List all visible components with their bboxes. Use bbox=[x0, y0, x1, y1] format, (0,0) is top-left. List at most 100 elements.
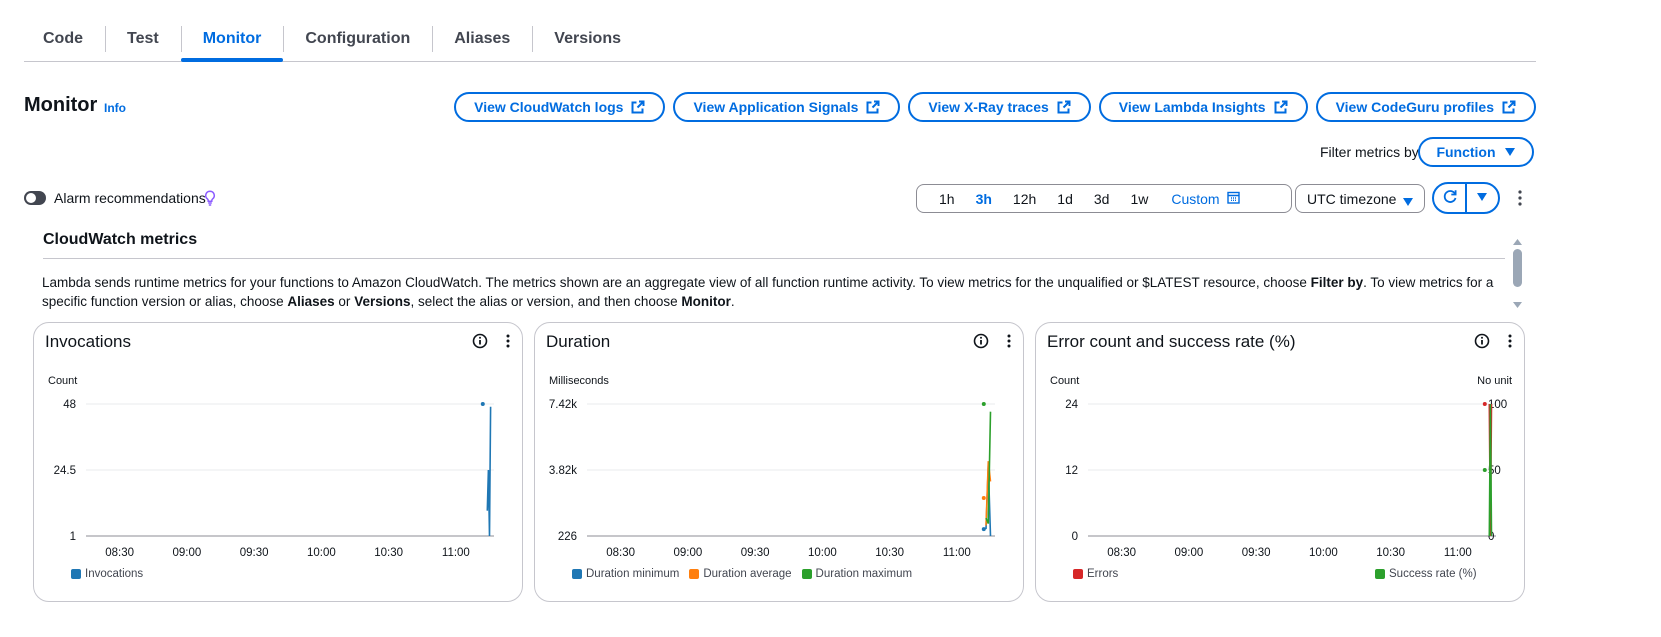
tab-code[interactable]: Code bbox=[24, 18, 105, 60]
legend-item[interactable]: Duration minimum bbox=[572, 568, 679, 580]
external-link-icon bbox=[866, 100, 880, 114]
y-axis-unit: Count bbox=[48, 375, 77, 387]
external-link-icon bbox=[1502, 100, 1516, 114]
range-custom[interactable]: Custom bbox=[1171, 190, 1240, 207]
card-title: Invocations bbox=[45, 332, 131, 351]
y-axis-unit: Count bbox=[1050, 375, 1079, 387]
y-tick-label: 1 bbox=[70, 531, 76, 543]
divider bbox=[43, 258, 1505, 259]
chart-legend: Duration minimum Duration average Durati… bbox=[572, 568, 912, 580]
legend-swatch bbox=[689, 569, 700, 579]
more-options-icon[interactable] bbox=[1516, 188, 1524, 213]
time-range-selector: 1h 3h 12h 1d 3d 1w Custom bbox=[916, 184, 1292, 213]
x-tick-label: 10:30 bbox=[875, 547, 904, 559]
button-label: View X-Ray traces bbox=[928, 99, 1049, 115]
button-label: View Lambda Insights bbox=[1118, 99, 1266, 115]
alarm-recommendations-toggle[interactable] bbox=[24, 191, 46, 205]
legend-swatch bbox=[71, 569, 81, 579]
caret-down-icon bbox=[1476, 189, 1488, 207]
lightbulb-icon[interactable] bbox=[204, 190, 216, 211]
range-12h[interactable]: 12h bbox=[1013, 191, 1036, 207]
invocations-chart: Count 48 24.5 1 08:30 09:00 09:30 10:00 10:30 11:… bbox=[48, 375, 494, 559]
chart-legend: Invocations bbox=[71, 568, 143, 580]
data-point bbox=[480, 402, 485, 406]
x-tick-label: 10:30 bbox=[374, 547, 403, 559]
section-description: Lambda sends runtime metrics for your fu… bbox=[42, 275, 1494, 309]
invocations-card: Count 48 24.5 1 08:30 09:00 09:30 10:00 10:30 11:… bbox=[33, 322, 523, 602]
x-tick-label: 11:00 bbox=[943, 547, 971, 559]
error-count-card: Count No unit 24 12 0 100 50 0 08:30 09:00 09:30 10… bbox=[1035, 322, 1525, 602]
external-link-icon bbox=[1274, 100, 1288, 114]
data-point bbox=[1482, 402, 1487, 406]
external-link-icon bbox=[631, 100, 645, 114]
caret-down-icon bbox=[1504, 144, 1516, 160]
y2-axis-unit: No unit bbox=[1477, 375, 1512, 387]
view-lambda-insights-button[interactable]: View Lambda Insights bbox=[1098, 92, 1308, 122]
x-tick-label: 11:00 bbox=[1444, 547, 1472, 559]
more-options-icon[interactable] bbox=[1507, 333, 1513, 354]
refresh-options-dropdown[interactable] bbox=[1467, 184, 1498, 212]
scroll-down-arrow-icon[interactable] bbox=[1512, 296, 1523, 314]
filter-metrics-dropdown[interactable]: Function bbox=[1418, 137, 1534, 167]
more-options-icon[interactable] bbox=[1006, 333, 1012, 354]
y-tick-label: 0 bbox=[1072, 531, 1078, 543]
range-3d[interactable]: 3d bbox=[1094, 191, 1110, 207]
x-tick-label: 09:30 bbox=[240, 547, 269, 559]
tab-versions[interactable]: Versions bbox=[532, 18, 643, 60]
legend-item[interactable]: Duration average bbox=[689, 568, 792, 580]
y-tick-label: 48 bbox=[63, 399, 76, 411]
scrollbar-thumb[interactable] bbox=[1513, 249, 1522, 287]
timezone-value: UTC timezone bbox=[1307, 190, 1397, 207]
more-options-icon[interactable] bbox=[505, 333, 511, 354]
series-line bbox=[486, 406, 492, 537]
y-tick-label: 7.42k bbox=[549, 399, 577, 411]
external-link-icon bbox=[1057, 100, 1071, 114]
tab-test[interactable]: Test bbox=[105, 18, 181, 60]
refresh-icon bbox=[1442, 188, 1458, 209]
data-point bbox=[1482, 468, 1487, 472]
info-circle-icon[interactable] bbox=[1474, 333, 1490, 354]
legend-item[interactable]: Duration maximum bbox=[801, 568, 912, 580]
view-cloudwatch-logs-button[interactable]: View CloudWatch logs bbox=[454, 92, 666, 122]
legend-item[interactable]: Success rate (%) bbox=[1375, 568, 1477, 580]
x-tick-label: 11:00 bbox=[442, 547, 470, 559]
legend-swatch bbox=[1073, 569, 1083, 579]
legend-item[interactable]: Invocations bbox=[71, 568, 143, 580]
y-tick-label: 3.82k bbox=[549, 465, 577, 477]
range-1d[interactable]: 1d bbox=[1057, 191, 1073, 207]
legend-swatch bbox=[1375, 569, 1385, 579]
button-label: View CodeGuru profiles bbox=[1335, 99, 1494, 115]
y-tick-label: 24.5 bbox=[54, 465, 76, 477]
tab-configuration[interactable]: Configuration bbox=[283, 18, 432, 60]
button-label: View Application Signals bbox=[693, 99, 859, 115]
custom-label: Custom bbox=[1171, 190, 1220, 207]
x-tick-label: 08:30 bbox=[1107, 547, 1136, 559]
tab-monitor[interactable]: Monitor bbox=[180, 18, 284, 62]
error-success-chart: Count No unit2412010050008:30 09:00 09:30 10… bbox=[1050, 375, 1512, 559]
data-point bbox=[981, 495, 986, 500]
info-circle-icon[interactable] bbox=[472, 333, 488, 354]
range-1w[interactable]: 1w bbox=[1130, 191, 1148, 207]
button-label: View CloudWatch logs bbox=[474, 99, 624, 115]
legend-item[interactable]: Errors bbox=[1073, 568, 1118, 580]
page-title: Monitor bbox=[24, 94, 98, 116]
x-tick-label: 08:30 bbox=[606, 547, 635, 559]
info-circle-icon[interactable] bbox=[973, 333, 989, 354]
view-codeguru-profiles-button[interactable]: View CodeGuru profiles bbox=[1315, 92, 1536, 122]
y-tick-label: 226 bbox=[558, 531, 577, 543]
view-application-signals-button[interactable]: View Application Signals bbox=[673, 92, 901, 122]
card-title: Duration bbox=[546, 332, 611, 351]
data-point bbox=[981, 527, 986, 532]
duration-card: Milliseconds 7.42k 3.82k 226 08:30 09:00 09:30… bbox=[534, 322, 1024, 602]
info-link[interactable]: Info bbox=[104, 101, 126, 115]
chart-legend: Errors bbox=[1073, 568, 1118, 580]
timezone-select[interactable]: UTC timezone bbox=[1295, 184, 1425, 213]
toggle-knob bbox=[26, 193, 36, 203]
refresh-button[interactable] bbox=[1434, 184, 1465, 212]
view-xray-traces-button[interactable]: View X-Ray traces bbox=[908, 92, 1091, 122]
range-1h[interactable]: 1h bbox=[939, 191, 955, 207]
range-3h[interactable]: 3h bbox=[976, 191, 992, 207]
y-axis-unit: Milliseconds bbox=[549, 375, 609, 387]
tab-aliases[interactable]: Aliases bbox=[432, 18, 532, 60]
refresh-button-group bbox=[1432, 182, 1500, 214]
